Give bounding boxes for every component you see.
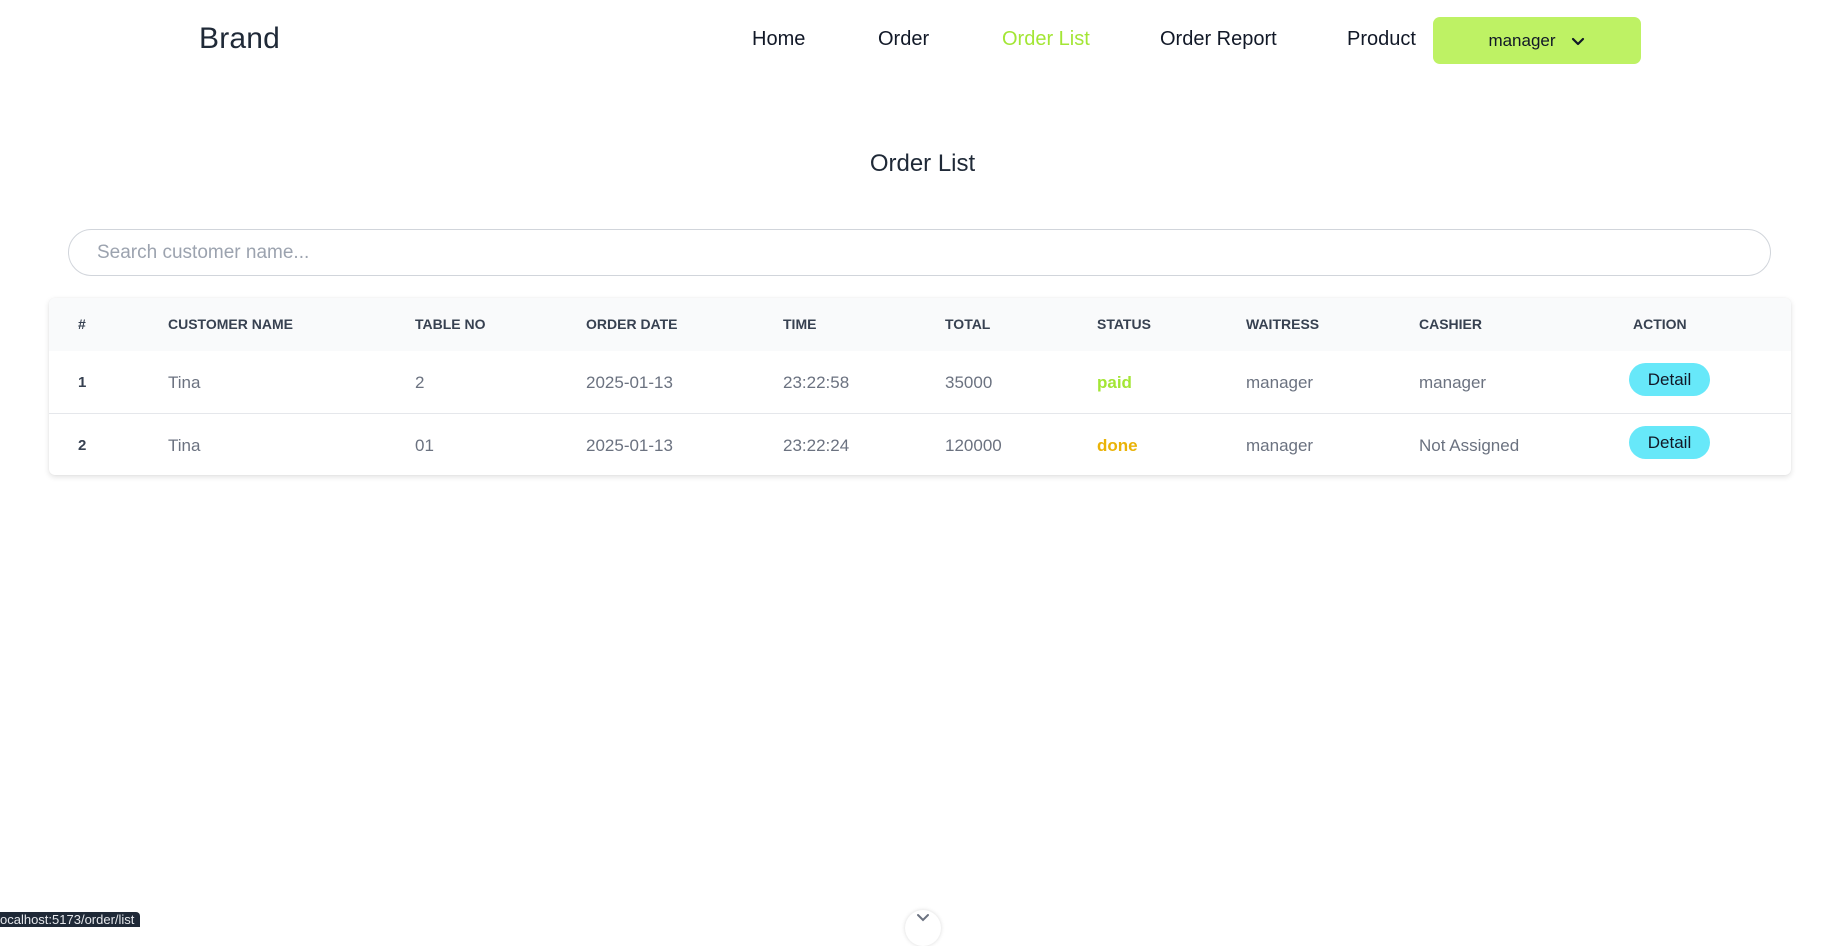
- user-menu-label: manager: [1488, 30, 1556, 50]
- user-menu-button[interactable]: manager: [1433, 17, 1641, 64]
- table-row: 2 Tina 01 2025-01-13 23:22:24 120000 don…: [49, 414, 1791, 475]
- nav-home[interactable]: Home: [752, 28, 805, 51]
- chevron-down-icon: [915, 910, 931, 928]
- header-cashier: CASHIER: [1419, 316, 1483, 332]
- header-action: ACTION: [1633, 316, 1687, 332]
- page-title: Order List: [869, 150, 976, 177]
- header-waitress: WAITRESS: [1246, 316, 1320, 332]
- header-order-date: ORDER DATE: [586, 316, 678, 332]
- cell-order-date: 2025-01-13: [586, 436, 673, 455]
- detail-button[interactable]: Detail: [1629, 363, 1710, 396]
- cell-cashier: manager: [1419, 373, 1487, 392]
- table-header: # CUSTOMER NAME TABLE NO ORDER DATE TIME…: [49, 298, 1791, 351]
- cell-total: 35000: [945, 373, 993, 392]
- detail-button[interactable]: Detail: [1629, 426, 1710, 459]
- cell-waitress: manager: [1246, 373, 1314, 392]
- header-table-no: TABLE NO: [415, 316, 486, 332]
- navbar: Brand Home Order Order List Order Report…: [0, 0, 1845, 82]
- cell-waitress: manager: [1246, 436, 1314, 455]
- scroll-down-handle[interactable]: [905, 910, 941, 946]
- header-time: TIME: [783, 316, 817, 332]
- header-total: TOTAL: [945, 316, 991, 332]
- chevron-down-icon: [1570, 33, 1586, 49]
- status-badge: done: [1097, 436, 1138, 455]
- cell-number: 1: [78, 374, 87, 391]
- cell-time: 23:22:58: [783, 373, 850, 392]
- cell-customer-name: Tina: [168, 373, 201, 392]
- cell-total: 120000: [945, 436, 1002, 455]
- cell-table-no: 01: [415, 436, 434, 455]
- cell-time: 23:22:24: [783, 436, 850, 455]
- header-customer-name: CUSTOMER NAME: [168, 316, 293, 332]
- cell-table-no: 2: [415, 373, 425, 392]
- nav-order[interactable]: Order: [878, 28, 929, 51]
- search-input[interactable]: [68, 229, 1771, 276]
- nav-order-list[interactable]: Order List: [1002, 28, 1090, 51]
- nav-product[interactable]: Product: [1347, 28, 1416, 51]
- cell-cashier: Not Assigned: [1419, 436, 1520, 455]
- header-number: #: [78, 316, 86, 332]
- status-badge: paid: [1097, 373, 1132, 392]
- brand-logo[interactable]: Brand: [199, 22, 280, 56]
- orders-table: # CUSTOMER NAME TABLE NO ORDER DATE TIME…: [49, 298, 1791, 475]
- header-status: STATUS: [1097, 316, 1151, 332]
- cell-customer-name: Tina: [168, 436, 201, 455]
- cell-number: 2: [78, 437, 87, 454]
- table-row: 1 Tina 2 2025-01-13 23:22:58 35000 paid …: [49, 351, 1791, 414]
- status-bar-url: ocalhost:5173/order/list: [0, 912, 141, 927]
- nav-order-report[interactable]: Order Report: [1160, 28, 1277, 51]
- cell-order-date: 2025-01-13: [586, 373, 673, 392]
